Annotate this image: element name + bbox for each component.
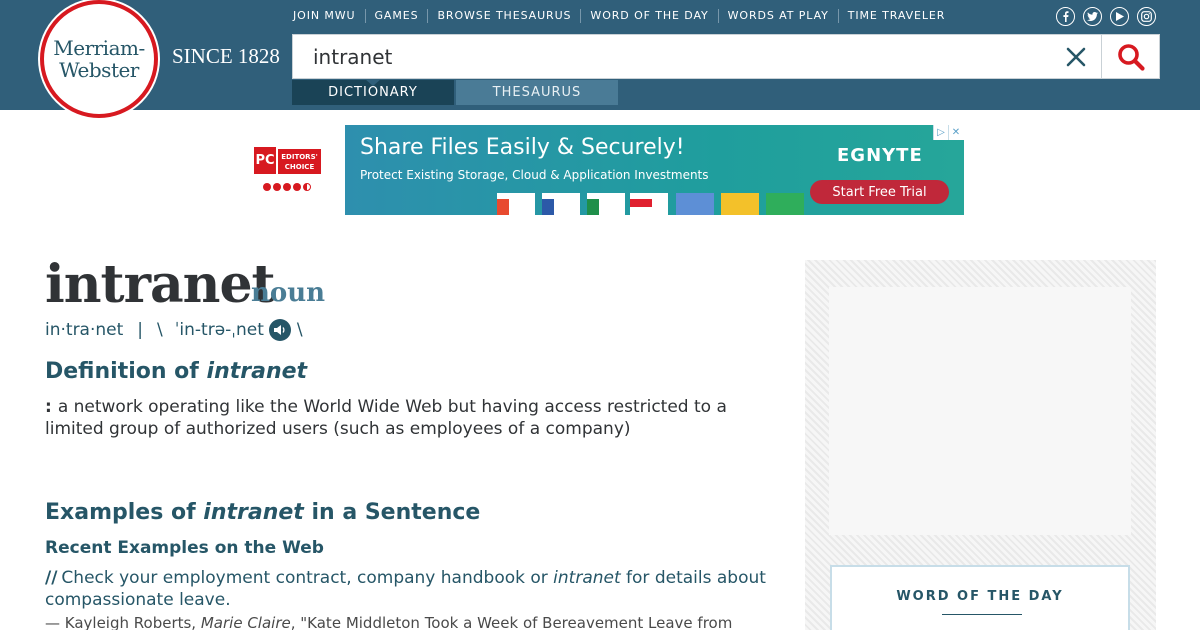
ad-brand-logo: EGNYTE [837,145,923,166]
attribution-suffix[interactable]: , "Kate Middleton Took a Week of Bereave… [291,614,733,630]
nav-join-mwu[interactable]: JOIN MWU [293,9,365,23]
example-word: intranet [553,568,621,588]
tab-dictionary-label: DICTIONARY [328,85,418,100]
backslash-open: \ [157,320,163,340]
nav-words-at-play[interactable]: WORDS AT PLAY [717,9,838,23]
word-of-the-day-box[interactable]: WORD OF THE DAY [830,565,1130,630]
definition-heading-word: intranet [206,359,308,384]
ad-close-icon[interactable]: ✕ [948,125,963,140]
site-header: Merriam- Webster SINCE 1828 JOIN MWU GAM… [0,0,1200,118]
ad-banner[interactable]: Share Files Easily & Securely! Protect E… [345,125,964,215]
audio-button[interactable] [268,319,291,341]
recent-examples-heading: Recent Examples on the Web [45,538,324,558]
search-button[interactable] [1101,35,1159,78]
nav-word-of-the-day[interactable]: WORD OF THE DAY [580,9,717,23]
ad-cta-button[interactable]: Start Free Trial [810,180,949,204]
search-box [292,34,1160,79]
search-input[interactable] [293,35,1053,78]
definition-colon: : [45,397,52,417]
example-mark: // [45,568,58,588]
tab-dictionary[interactable]: DICTIONARY [292,79,454,105]
pronunciation-text: ˈin-trə-ˌnet [174,320,264,340]
top-nav: JOIN MWU GAMES BROWSE THESAURUS WORD OF … [293,9,954,23]
tab-thesaurus[interactable]: THESAURUS [456,80,618,105]
active-tab-caret [365,79,381,86]
example-attribution: — Kayleigh Roberts, Marie Claire, "Kate … [45,614,785,630]
facebook-icon[interactable] [1056,7,1075,26]
examples-heading: Examples of intranet in a Sentence [45,500,480,525]
nav-games[interactable]: GAMES [364,9,428,23]
ad-headline: Share Files Easily & Securely! [360,135,685,160]
merriam-webster-logo[interactable]: Merriam- Webster [40,0,158,118]
definition-body: a network operating like the World Wide … [45,397,727,439]
since-tagline: SINCE 1828 [172,44,280,68]
examples-heading-word: intranet [203,500,304,525]
example-sentence: //Check your employment contract, compan… [45,567,785,611]
part-of-speech[interactable]: noun [251,278,325,308]
attribution-source: Marie Claire [200,614,291,630]
word-of-the-day-rule [942,614,1022,615]
speaker-icon [273,325,285,335]
ad-subline: Protect Existing Storage, Cloud & Applic… [360,168,709,182]
nav-browse-thesaurus[interactable]: BROWSE THESAURUS [427,9,580,23]
close-icon [1066,47,1086,67]
syllables: in·tra·net [45,320,124,340]
ad-choices[interactable]: ▷ ✕ [933,125,964,140]
word-of-the-day-label: WORD OF THE DAY [896,589,1064,604]
logo-line-1: Merriam- [53,36,145,60]
attribution-prefix: — Kayleigh Roberts, [45,614,201,630]
definition-text: :a network operating like the World Wide… [45,396,785,440]
definition-heading-prefix: Definition of [45,359,207,384]
pipe-separator: | [137,320,144,340]
pc-editors-choice-badge: PC EDITORS' CHOICE [254,147,322,195]
rating-dots-icon [263,183,311,191]
clear-search-button[interactable] [1063,44,1089,70]
search-icon [1117,43,1145,71]
youtube-icon[interactable] [1110,7,1129,26]
pronunciation-row: in·tra·net | \ ˈin-trə-ˌnet \ [45,319,303,341]
pc-badge-logo: PC [254,147,276,174]
twitter-icon[interactable] [1083,7,1102,26]
adchoices-icon[interactable]: ▷ [933,125,948,140]
logo-line-2: Webster [59,58,139,82]
sidebar-ad-slot [829,287,1131,535]
examples-heading-prefix: Examples of [45,500,204,525]
tab-thesaurus-label: THESAURUS [492,85,582,100]
definition-heading: Definition of intranet [45,359,307,384]
pc-badge-label: EDITORS' CHOICE [278,149,321,174]
instagram-icon[interactable] [1137,7,1156,26]
examples-heading-suffix: in a Sentence [303,500,481,525]
headword: intranet [45,254,276,315]
example-before: Check your employment contract, company … [61,568,554,588]
backslash-close: \ [296,320,303,340]
nav-time-traveler[interactable]: TIME TRAVELER [837,9,955,23]
